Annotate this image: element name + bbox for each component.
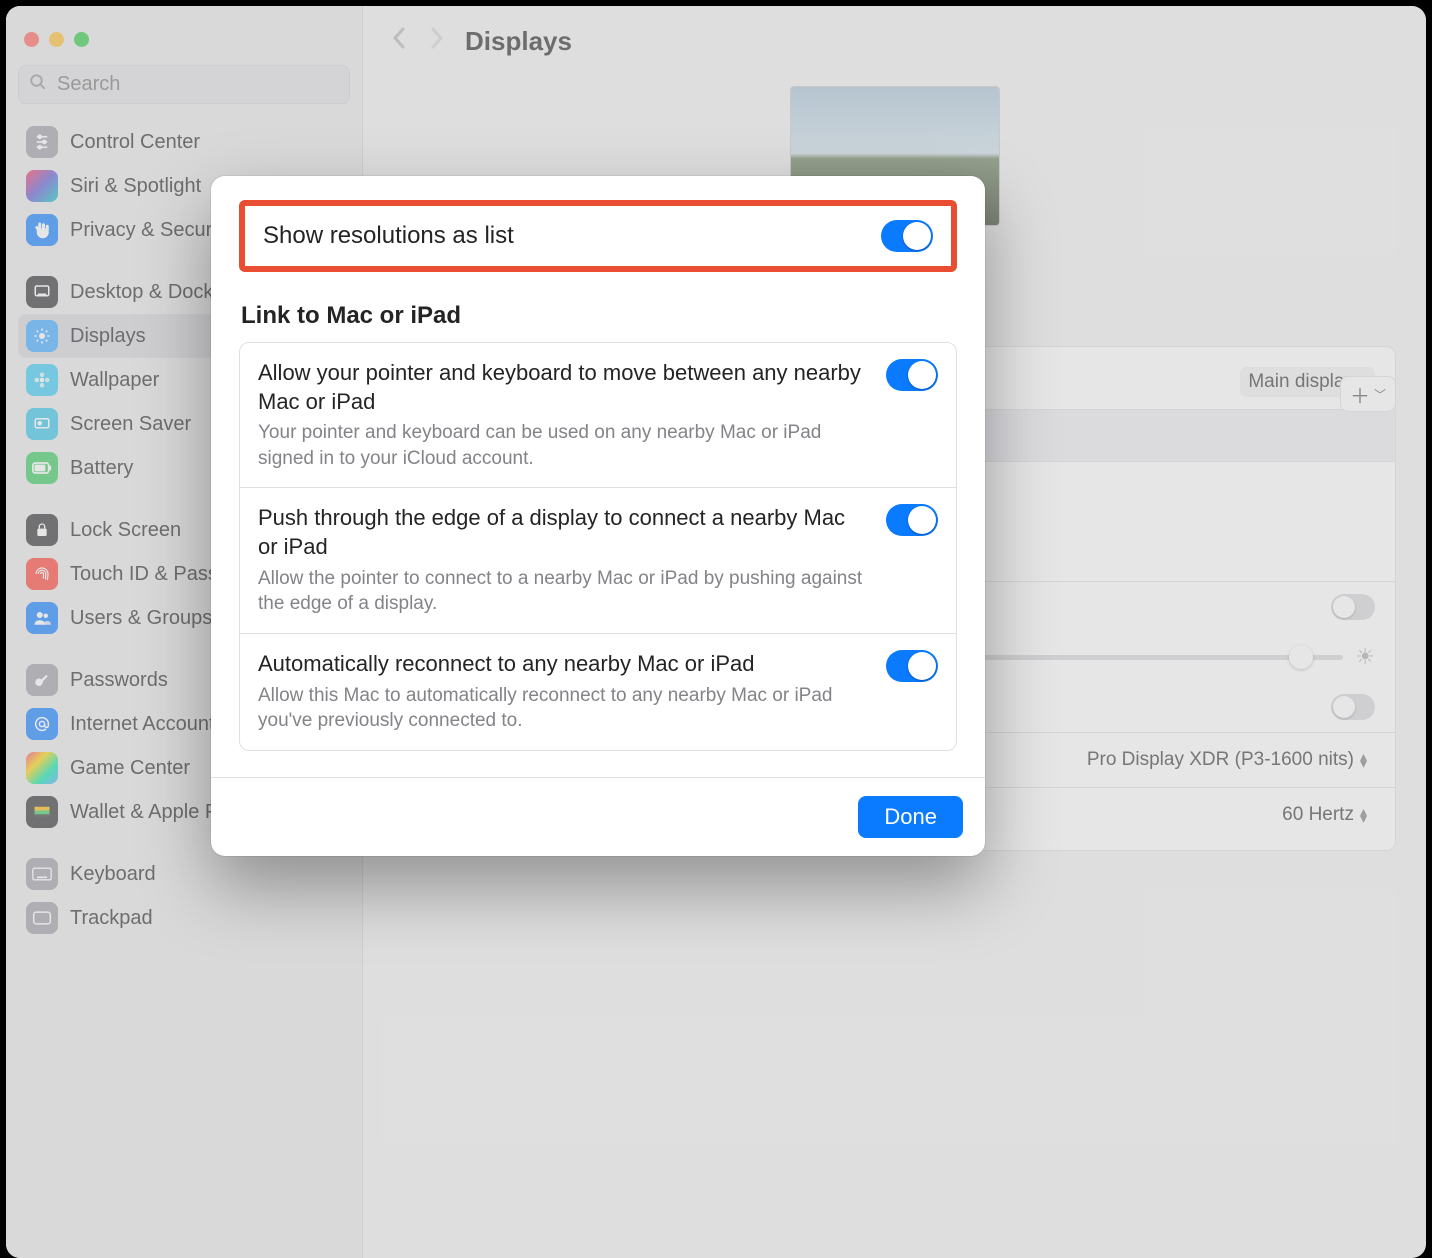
link-option-toggle[interactable]	[886, 504, 938, 536]
minimize-window-button[interactable]	[49, 32, 64, 47]
sidebar-item-label: Lock Screen	[70, 519, 181, 542]
sidebar-item-label: Desktop & Dock	[70, 281, 213, 304]
preset-value: Pro Display XDR (P3-1600 nits)	[1087, 749, 1354, 771]
show-resolutions-label: Show resolutions as list	[263, 222, 514, 250]
sidebar-search[interactable]	[18, 65, 350, 104]
sidebar-item-keyboard[interactable]: Keyboard	[18, 852, 350, 896]
settings-window: Control Center Siri & Spotlight Privacy & …	[6, 6, 1426, 1258]
battery-icon	[26, 452, 58, 484]
add-display-button[interactable]: ＋ ﹀	[1340, 376, 1396, 412]
flower-icon	[26, 364, 58, 396]
auto-brightness-toggle[interactable]	[1331, 694, 1375, 720]
dock-icon	[26, 276, 58, 308]
trackpad-icon	[26, 902, 58, 934]
sidebar-item-label: Wallpaper	[70, 369, 159, 392]
sidebar-item-label: Passwords	[70, 669, 168, 692]
show-resolutions-toggle[interactable]	[881, 220, 933, 252]
game-icon	[26, 752, 58, 784]
sidebar-item-label: Displays	[70, 325, 146, 348]
link-option-desc: Allow the pointer to connect to a nearby…	[258, 566, 868, 617]
fingerprint-icon	[26, 558, 58, 590]
link-option-title: Push through the edge of a display to co…	[258, 504, 868, 561]
preset-select[interactable]: Pro Display XDR (P3-1600 nits) ▴▾	[1079, 745, 1375, 775]
show-resolutions-row: Show resolutions as list	[239, 200, 957, 272]
sidebar-item-label: Siri & Spotlight	[70, 175, 201, 198]
sidebar-item-label: Trackpad	[70, 907, 153, 930]
chevron-updown-icon: ▴▾	[1360, 808, 1367, 822]
search-input[interactable]	[55, 72, 339, 97]
hand-icon	[26, 214, 58, 246]
close-window-button[interactable]	[24, 32, 39, 47]
refresh-rate-value: 60 Hertz	[1282, 804, 1354, 826]
nav-back-button[interactable]	[391, 26, 407, 57]
at-icon	[26, 708, 58, 740]
wallet-icon	[26, 796, 58, 828]
sidebar-item-label: Privacy & Security	[70, 219, 232, 242]
sun-bright-icon: ☀	[1355, 644, 1375, 670]
sidebar-item-label: Keyboard	[70, 863, 156, 886]
displays-advanced-modal: Show resolutions as list Link to Mac or …	[211, 176, 985, 856]
keyboard-icon	[26, 858, 58, 890]
screen-icon	[26, 408, 58, 440]
sidebar-item-label: Game Center	[70, 757, 190, 780]
sidebar-item-label: Users & Groups	[70, 607, 212, 630]
key-icon	[26, 664, 58, 696]
chevron-down-icon: ﹀	[1374, 386, 1386, 403]
link-to-mac-group: Allow your pointer and keyboard to move …	[239, 342, 957, 751]
refresh-rate-select[interactable]: 60 Hertz ▴▾	[1274, 800, 1375, 830]
use-as-value: Main display	[1248, 371, 1354, 393]
link-option-desc: Allow this Mac to automatically reconnec…	[258, 683, 868, 734]
true-tone-toggle[interactable]	[1331, 594, 1375, 620]
link-option-title: Automatically reconnect to any nearby Ma…	[258, 650, 868, 679]
users-icon	[26, 602, 58, 634]
window-controls	[18, 24, 350, 65]
link-option-row: Push through the edge of a display to co…	[240, 487, 956, 632]
sidebar-item-label: Screen Saver	[70, 413, 191, 436]
sidebar-item-label: Internet Accounts	[70, 713, 225, 736]
link-option-toggle[interactable]	[886, 359, 938, 391]
link-option-row: Allow your pointer and keyboard to move …	[240, 343, 956, 487]
done-button[interactable]: Done	[858, 796, 963, 838]
search-icon	[29, 73, 47, 97]
sidebar-item-trackpad[interactable]: Trackpad	[18, 896, 350, 940]
titlebar: Displays	[363, 6, 1426, 76]
plus-icon: ＋	[1350, 380, 1370, 409]
page-title: Displays	[465, 26, 572, 57]
zoom-window-button[interactable]	[74, 32, 89, 47]
lock-icon	[26, 514, 58, 546]
siri-icon	[26, 170, 58, 202]
link-option-row: Automatically reconnect to any nearby Ma…	[240, 633, 956, 750]
link-option-title: Allow your pointer and keyboard to move …	[258, 359, 868, 416]
sidebar-item-label: Control Center	[70, 131, 200, 154]
nav-forward-button[interactable]	[429, 26, 445, 57]
chevron-updown-icon: ▴▾	[1360, 753, 1367, 767]
sidebar-item-control-center[interactable]: Control Center	[18, 120, 350, 164]
link-option-toggle[interactable]	[886, 650, 938, 682]
link-option-desc: Your pointer and keyboard can be used on…	[258, 420, 868, 471]
sliders-icon	[26, 126, 58, 158]
link-section-title: Link to Mac or iPad	[241, 302, 957, 330]
sun-icon	[26, 320, 58, 352]
sidebar-item-label: Battery	[70, 457, 133, 480]
